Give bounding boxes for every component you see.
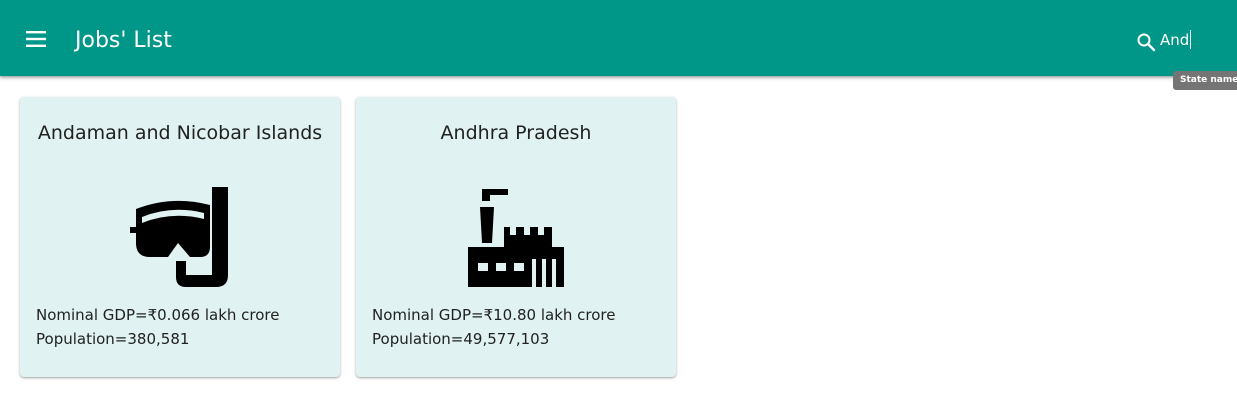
text-caret bbox=[1190, 30, 1191, 49]
card-title: Andhra Pradesh bbox=[440, 122, 592, 144]
app-bar: Jobs' List bbox=[0, 0, 1237, 76]
card-title: Andaman and Nicobar Islands bbox=[37, 122, 323, 144]
state-card[interactable]: Andaman and Nicobar Islands Nominal GDP=… bbox=[20, 97, 340, 377]
search-input[interactable] bbox=[1160, 29, 1230, 51]
state-card[interactable]: Andhra Pradesh Nominal GDP=₹10.80 lakh c… bbox=[356, 97, 676, 377]
card-population: Population=380,581 bbox=[36, 330, 190, 348]
card-gdp: Nominal GDP=₹10.80 lakh crore bbox=[372, 306, 616, 324]
search-icon bbox=[1137, 33, 1156, 52]
menu-icon[interactable] bbox=[25, 28, 47, 50]
factory-icon bbox=[468, 189, 564, 287]
page-title: Jobs' List bbox=[75, 28, 172, 53]
card-gdp: Nominal GDP=₹0.066 lakh crore bbox=[36, 306, 280, 324]
card-population: Population=49,577,103 bbox=[372, 330, 550, 348]
snorkel-mask-icon bbox=[130, 187, 228, 287]
search-tooltip: State names bbox=[1173, 71, 1237, 90]
